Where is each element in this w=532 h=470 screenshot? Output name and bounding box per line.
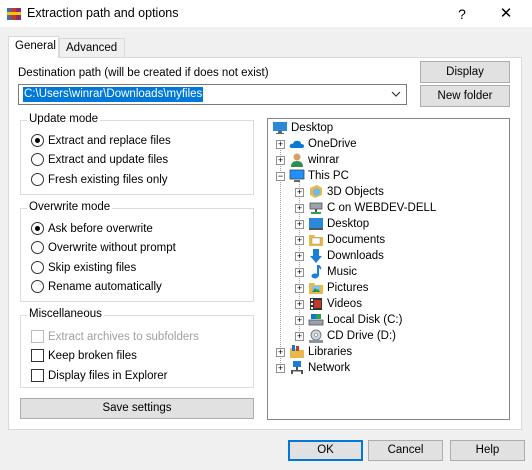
radio-label: Extract and replace files (48, 135, 171, 147)
tree-node-label: Music (327, 266, 358, 278)
folder-tree[interactable]: Desktop + OneDrive + winrar − This PC + … (267, 118, 510, 420)
window-title: Extraction path and options (27, 6, 179, 20)
expand-icon[interactable]: + (295, 204, 304, 213)
tree-node-label: CD Drive (D:) (327, 330, 396, 342)
expand-icon[interactable]: + (276, 348, 285, 357)
tree-node-label: Downloads (327, 250, 384, 262)
tab-general[interactable]: General (8, 36, 59, 58)
tree-node-label: OneDrive (308, 138, 357, 150)
checkbox[interactable] (31, 369, 44, 382)
expand-icon[interactable]: + (295, 284, 304, 293)
tab-advanced[interactable]: Advanced (59, 38, 125, 58)
tree-node-label: 3D Objects (327, 186, 384, 198)
local-disk-icon (308, 314, 324, 326)
save-settings-button[interactable]: Save settings (20, 398, 254, 419)
user-icon (291, 153, 303, 167)
tree-node-label: Local Disk (C:) (327, 314, 403, 326)
radio-label: Extract and update files (48, 154, 169, 166)
download-icon (310, 249, 322, 263)
desktop-icon (309, 218, 323, 230)
expand-icon[interactable]: + (295, 300, 304, 309)
collapse-icon[interactable]: − (276, 172, 285, 181)
radio-label: Skip existing files (48, 262, 137, 274)
destination-path-label: Destination path (will be created if doe… (18, 67, 269, 79)
miscellaneous-group: Miscellaneous Extract archives to subfol… (20, 308, 254, 388)
cd-drive-icon (309, 329, 323, 343)
radio-button[interactable] (31, 153, 44, 166)
tree-node-label: C on WEBDEV-DELL (327, 202, 437, 214)
computer-icon (289, 169, 305, 182)
network-icon (291, 361, 303, 374)
radio-button[interactable] (31, 134, 44, 147)
music-icon (311, 265, 322, 279)
expand-icon[interactable]: + (276, 364, 285, 373)
checkbox-label: Keep broken files (48, 350, 137, 362)
title-bar: Extraction path and options ? ✕ (0, 0, 532, 28)
checkbox[interactable] (31, 349, 44, 362)
checkbox-label: Display files in Explorer (48, 370, 168, 382)
tree-node-label: winrar (308, 154, 340, 166)
expand-icon[interactable]: + (295, 252, 304, 261)
pictures-icon (309, 283, 323, 294)
radio-label: Rename automatically (48, 281, 162, 293)
tree-node-label: Libraries (308, 346, 353, 358)
tree-node-label: Desktop (291, 122, 334, 134)
checkbox-label: Extract archives to subfolders (48, 331, 199, 343)
tree-node-label: Videos (327, 298, 362, 310)
desktop-icon (273, 122, 287, 134)
expand-icon[interactable]: + (276, 156, 285, 165)
tree-node-label: Network (308, 362, 351, 374)
radio-button[interactable] (31, 241, 44, 254)
expand-icon[interactable]: + (295, 268, 304, 277)
documents-icon (309, 235, 323, 246)
expand-icon[interactable]: + (295, 236, 304, 245)
radio-button[interactable] (31, 173, 44, 186)
close-button[interactable]: ✕ (484, 0, 528, 28)
display-button[interactable]: Display (420, 61, 510, 83)
expand-icon[interactable]: + (295, 332, 304, 341)
update-mode-title: Update mode (27, 113, 101, 125)
radio-button[interactable] (31, 261, 44, 274)
tree-node-label: Desktop (327, 218, 370, 230)
tree-node-label: Pictures (327, 282, 369, 294)
expand-icon[interactable]: + (295, 188, 304, 197)
tree-node-label: Documents (327, 234, 386, 246)
cube-icon (310, 185, 322, 198)
help-title-button[interactable]: ? (440, 0, 484, 28)
checkbox[interactable] (31, 330, 44, 343)
expand-icon[interactable]: + (276, 140, 285, 149)
expand-icon[interactable]: + (295, 316, 304, 325)
expand-icon[interactable]: + (295, 220, 304, 229)
overwrite-mode-group: Overwrite mode Ask before overwrite Over… (20, 201, 254, 302)
new-folder-button[interactable]: New folder (420, 85, 510, 107)
cloud-icon (289, 140, 304, 148)
radio-label: Fresh existing files only (48, 174, 168, 186)
radio-label: Ask before overwrite (48, 223, 153, 235)
miscellaneous-title: Miscellaneous (27, 308, 104, 320)
library-icon (290, 345, 304, 358)
chevron-down-icon[interactable] (391, 87, 401, 101)
radio-button[interactable] (31, 222, 44, 235)
winrar-app-icon (7, 8, 21, 20)
overwrite-mode-title: Overwrite mode (27, 201, 113, 213)
network-drive-icon (309, 202, 323, 214)
update-mode-group: Update mode Extract and replace files Ex… (20, 113, 254, 195)
tree-node-label: This PC (308, 170, 349, 182)
radio-button[interactable] (31, 280, 44, 293)
video-icon (310, 298, 322, 310)
destination-path-value[interactable]: C:\Users\winrar\Downloads\myfiles (23, 87, 204, 102)
cancel-button[interactable]: Cancel (368, 440, 443, 461)
help-button[interactable]: Help (450, 440, 525, 461)
ok-button[interactable]: OK (288, 440, 363, 461)
radio-label: Overwrite without prompt (48, 242, 176, 254)
destination-path-combo[interactable]: C:\Users\winrar\Downloads\myfiles (18, 84, 407, 105)
